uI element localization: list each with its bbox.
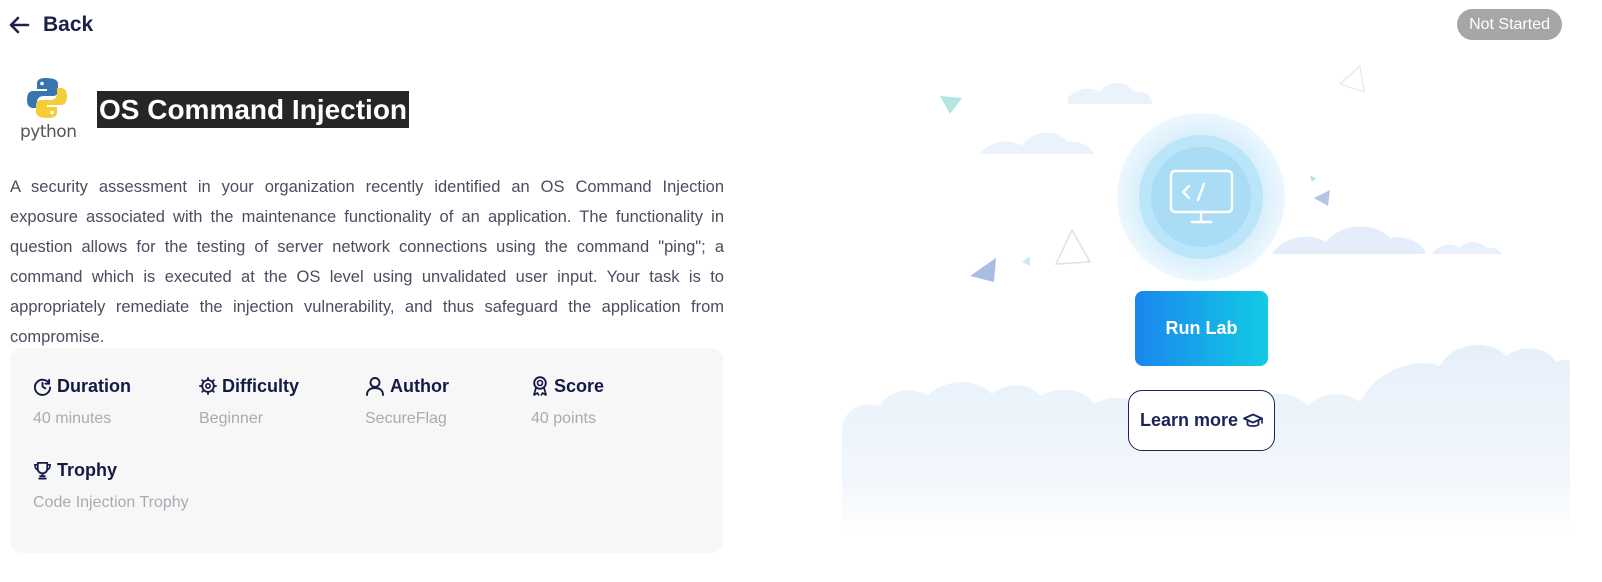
award-icon <box>533 376 547 396</box>
detail-label: Score <box>554 375 605 396</box>
trophy-icon <box>34 461 51 479</box>
learn-more-label: Learn more <box>1139 410 1239 430</box>
python-logo-label: python <box>20 122 77 142</box>
python-snake-icon <box>27 78 67 118</box>
detail-value: SecureFlag <box>365 410 447 427</box>
detail-author: Author SecureFlag <box>365 373 525 428</box>
detail-score: Score 40 points <box>531 373 691 428</box>
status-badge: Not Started <box>1457 9 1562 40</box>
learn-more-button[interactable]: Learn more <box>1128 390 1275 451</box>
detail-label: Author <box>390 375 449 396</box>
page-title: OS Command Injection <box>97 91 410 128</box>
gear-icon <box>199 377 217 395</box>
user-icon <box>366 377 384 396</box>
graduation-cap-icon <box>1243 413 1263 427</box>
back-label: Back <box>43 13 94 36</box>
detail-trophy: Trophy Code Injection Trophy <box>33 457 293 512</box>
python-logo: python <box>16 76 82 146</box>
detail-value: 40 minutes <box>33 410 112 427</box>
run-lab-button[interactable]: Run Lab <box>1135 291 1268 366</box>
detail-label: Trophy <box>57 459 118 480</box>
lab-description: A security assessment in your organizati… <box>10 178 724 346</box>
lab-details-card: Duration 40 minutes Difficulty Beginner … <box>10 348 723 553</box>
detail-label: Duration <box>57 375 131 396</box>
detail-value: Beginner <box>199 410 264 427</box>
detail-duration: Duration 40 minutes <box>33 373 193 428</box>
clock-icon <box>33 378 52 396</box>
arrow-left-icon <box>9 16 30 34</box>
detail-value: 40 points <box>531 410 596 427</box>
detail-label: Difficulty <box>222 375 300 396</box>
back-link[interactable]: Back <box>8 10 93 40</box>
detail-difficulty: Difficulty Beginner <box>199 373 359 428</box>
detail-value: Code Injection Trophy <box>33 494 189 511</box>
